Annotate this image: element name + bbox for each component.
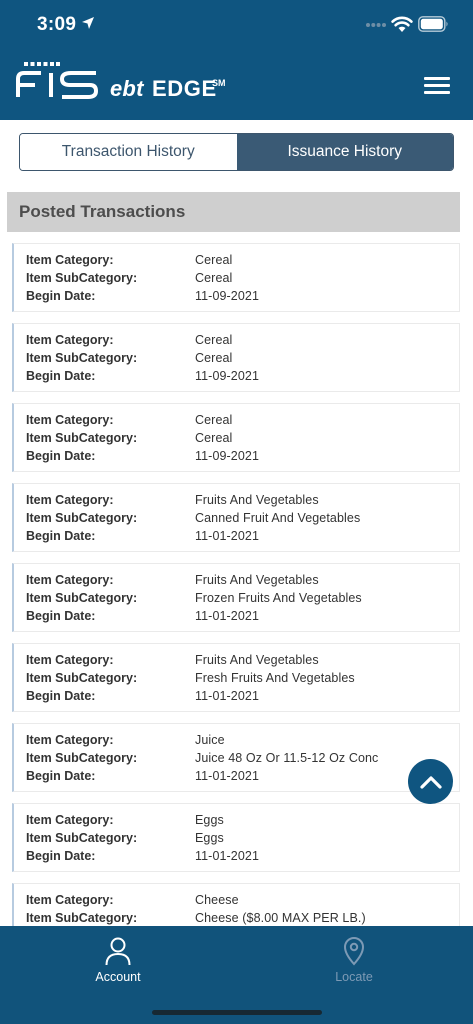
tab-issuance-history[interactable]: Issuance History (236, 134, 453, 170)
status-time: 3:09 (37, 14, 77, 35)
subcategory-value: Cereal (195, 431, 233, 445)
person-icon (105, 937, 131, 966)
category-value: Cereal (195, 413, 233, 427)
category-value: Fruits And Vegetables (195, 653, 319, 667)
logo-ebt-text: ebt (110, 76, 144, 101)
logo-sm-mark: SM (212, 78, 226, 88)
subcategory-value: Canned Fruit And Vegetables (195, 511, 361, 525)
category-label: Item Category: (26, 333, 114, 347)
signal-dots-icon (366, 23, 386, 27)
subcategory-label: Item SubCategory: (26, 271, 138, 285)
category-label: Item Category: (26, 813, 114, 827)
list-item[interactable]: Item Category: Fruits And Vegetables Item… (12, 643, 460, 712)
category-label: Item Category: (26, 413, 114, 427)
status-bar: 3:09 (0, 0, 473, 50)
begin-date-label: Begin Date: (26, 769, 96, 783)
nav-account[interactable]: Account (58, 936, 178, 992)
subcategory-label: Item SubCategory: (26, 911, 138, 925)
list-item[interactable]: Item Category: Cereal Item SubCategory: Ce… (12, 323, 460, 392)
chevron-up-icon (419, 775, 442, 789)
begin-date-value: 11-01-2021 (195, 769, 260, 783)
begin-date-value: 11-01-2021 (195, 529, 260, 543)
list-item[interactable]: Item Category: Juice Item SubCategory: Jui… (12, 723, 460, 792)
menu-line (424, 77, 450, 80)
category-label: Item Category: (26, 893, 114, 907)
subcategory-value: Fresh Fruits And Vegetables (195, 671, 355, 685)
list-item[interactable]: Item Category: Eggs Item SubCategory: Eggs… (12, 803, 460, 872)
subcategory-value: Cheese ($8.00 MAX PER LB.) (195, 911, 366, 925)
begin-date-value: 11-09-2021 (195, 289, 260, 303)
wifi-icon (391, 16, 413, 32)
transactions-list: Item Category: Cereal Item SubCategory: Ce… (12, 243, 460, 963)
category-value: Cereal (195, 333, 233, 347)
category-label: Item Category: (26, 253, 114, 267)
category-value: Fruits And Vegetables (195, 493, 319, 507)
category-value: Cereal (195, 253, 233, 267)
begin-date-label: Begin Date: (26, 289, 96, 303)
begin-date-label: Begin Date: (26, 689, 96, 703)
begin-date-value: 11-09-2021 (195, 369, 260, 383)
subcategory-label: Item SubCategory: (26, 351, 138, 365)
category-label: Item Category: (26, 573, 114, 587)
logo-edge-text: EDGE (152, 76, 217, 101)
section-title: Posted Transactions (7, 192, 460, 232)
category-label: Item Category: (26, 733, 114, 747)
begin-date-value: 11-01-2021 (195, 609, 260, 623)
home-indicator (152, 1010, 322, 1015)
subcategory-value: Cereal (195, 271, 233, 285)
category-value: Juice (195, 733, 225, 747)
menu-line (424, 91, 450, 94)
logo-dots-icon (24, 62, 60, 66)
begin-date-label: Begin Date: (26, 609, 96, 623)
battery-icon (418, 16, 448, 32)
subcategory-label: Item SubCategory: (26, 751, 138, 765)
list-item[interactable]: Item Category: Fruits And Vegetables Item… (12, 483, 460, 552)
begin-date-label: Begin Date: (26, 849, 96, 863)
nav-locate[interactable]: Locate (294, 936, 414, 992)
begin-date-label: Begin Date: (26, 449, 96, 463)
fis-logo (16, 71, 99, 99)
category-label: Item Category: (26, 493, 114, 507)
location-arrow-icon (82, 17, 94, 29)
subcategory-label: Item SubCategory: (26, 591, 138, 605)
subcategory-value: Frozen Fruits And Vegetables (195, 591, 362, 605)
category-value: Eggs (195, 813, 224, 827)
location-pin-icon (343, 937, 365, 966)
begin-date-value: 11-09-2021 (195, 449, 260, 463)
category-label: Item Category: (26, 653, 114, 667)
category-value: Fruits And Vegetables (195, 573, 319, 587)
scroll-to-top-button[interactable] (408, 759, 453, 804)
begin-date-value: 11-01-2021 (195, 849, 260, 863)
subcategory-label: Item SubCategory: (26, 511, 138, 525)
menu-line (424, 84, 450, 87)
list-item[interactable]: Item Category: Cereal Item SubCategory: Ce… (12, 243, 460, 312)
nav-locate-label: Locate (335, 970, 373, 984)
subcategory-label: Item SubCategory: (26, 431, 138, 445)
category-value: Cheese (195, 893, 239, 907)
subcategory-value: Juice 48 Oz Or 11.5-12 Oz Conc (195, 751, 379, 765)
history-tabs: Transaction History Issuance History (19, 133, 454, 171)
menu-icon[interactable] (424, 77, 450, 94)
subcategory-value: Cereal (195, 351, 233, 365)
nav-account-label: Account (95, 970, 141, 984)
begin-date-value: 11-01-2021 (195, 689, 260, 703)
list-item[interactable]: Item Category: Cereal Item SubCategory: Ce… (12, 403, 460, 472)
subcategory-label: Item SubCategory: (26, 831, 138, 845)
begin-date-label: Begin Date: (26, 369, 96, 383)
app-header: ebt EDGE SM (0, 50, 473, 120)
list-item[interactable]: Item Category: Fruits And Vegetables Item… (12, 563, 460, 632)
tab-transaction-history[interactable]: Transaction History (20, 134, 237, 170)
begin-date-label: Begin Date: (26, 529, 96, 543)
subcategory-label: Item SubCategory: (26, 671, 138, 685)
subcategory-value: Eggs (195, 831, 224, 845)
